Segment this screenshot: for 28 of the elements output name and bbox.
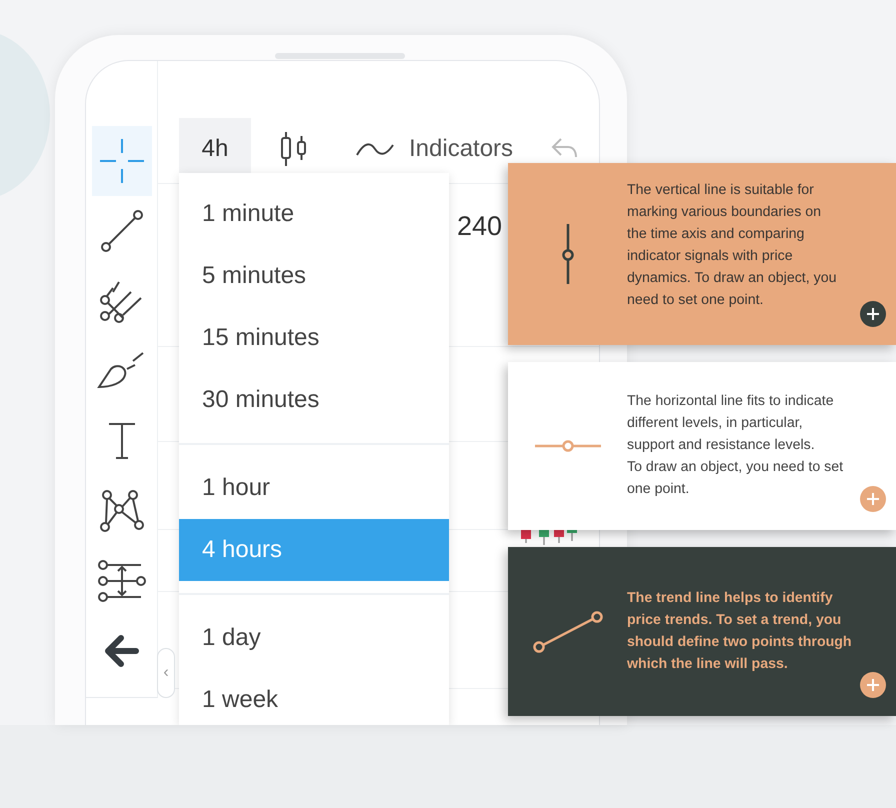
interval-option[interactable]: 15 minutes	[179, 307, 449, 369]
trend-line-icon	[532, 610, 604, 654]
interval-option[interactable]: 1 week	[179, 669, 449, 725]
add-button[interactable]	[860, 672, 886, 698]
crosshair-icon	[98, 137, 146, 185]
tip-description: The vertical line is suitable for marking various boundaries on the time axis and comparing indicator signals with price dynamics. To draw an object, you need to set one point.	[627, 181, 838, 310]
text-icon	[106, 421, 136, 461]
interval-option[interactable]: 1 minute	[179, 183, 449, 245]
tip-description: The trend line helps to identify price trends. To set a trend, you should define two points through which the line will pass.	[627, 589, 853, 674]
candlestick-icon	[279, 130, 309, 168]
plus-icon	[866, 678, 880, 692]
brush-icon	[96, 351, 146, 391]
interval-option[interactable]: 5 minutes	[179, 245, 449, 307]
price-label: 240	[457, 210, 502, 243]
add-button[interactable]	[860, 301, 886, 327]
trend-line-icon	[100, 209, 144, 253]
back-arrow-icon	[104, 635, 138, 667]
horizontal-line-icon	[534, 439, 600, 453]
plus-icon	[866, 492, 880, 506]
fibonacci-levels-icon	[96, 559, 146, 603]
plus-icon	[866, 307, 880, 321]
interval-option[interactable]: 1 day	[179, 607, 449, 669]
tip-description: The horizontal line fits to indicate different levels, in particular, support and resistance levels. To draw an object, you need to set one point.	[627, 392, 844, 499]
pattern-icon	[98, 489, 144, 533]
indicators-button[interactable]: Indicators	[339, 131, 514, 167]
interval-option[interactable]: 1 hour	[179, 457, 449, 519]
interval-option[interactable]: 30 minutes	[179, 369, 449, 431]
vertical-line-icon	[560, 222, 574, 286]
